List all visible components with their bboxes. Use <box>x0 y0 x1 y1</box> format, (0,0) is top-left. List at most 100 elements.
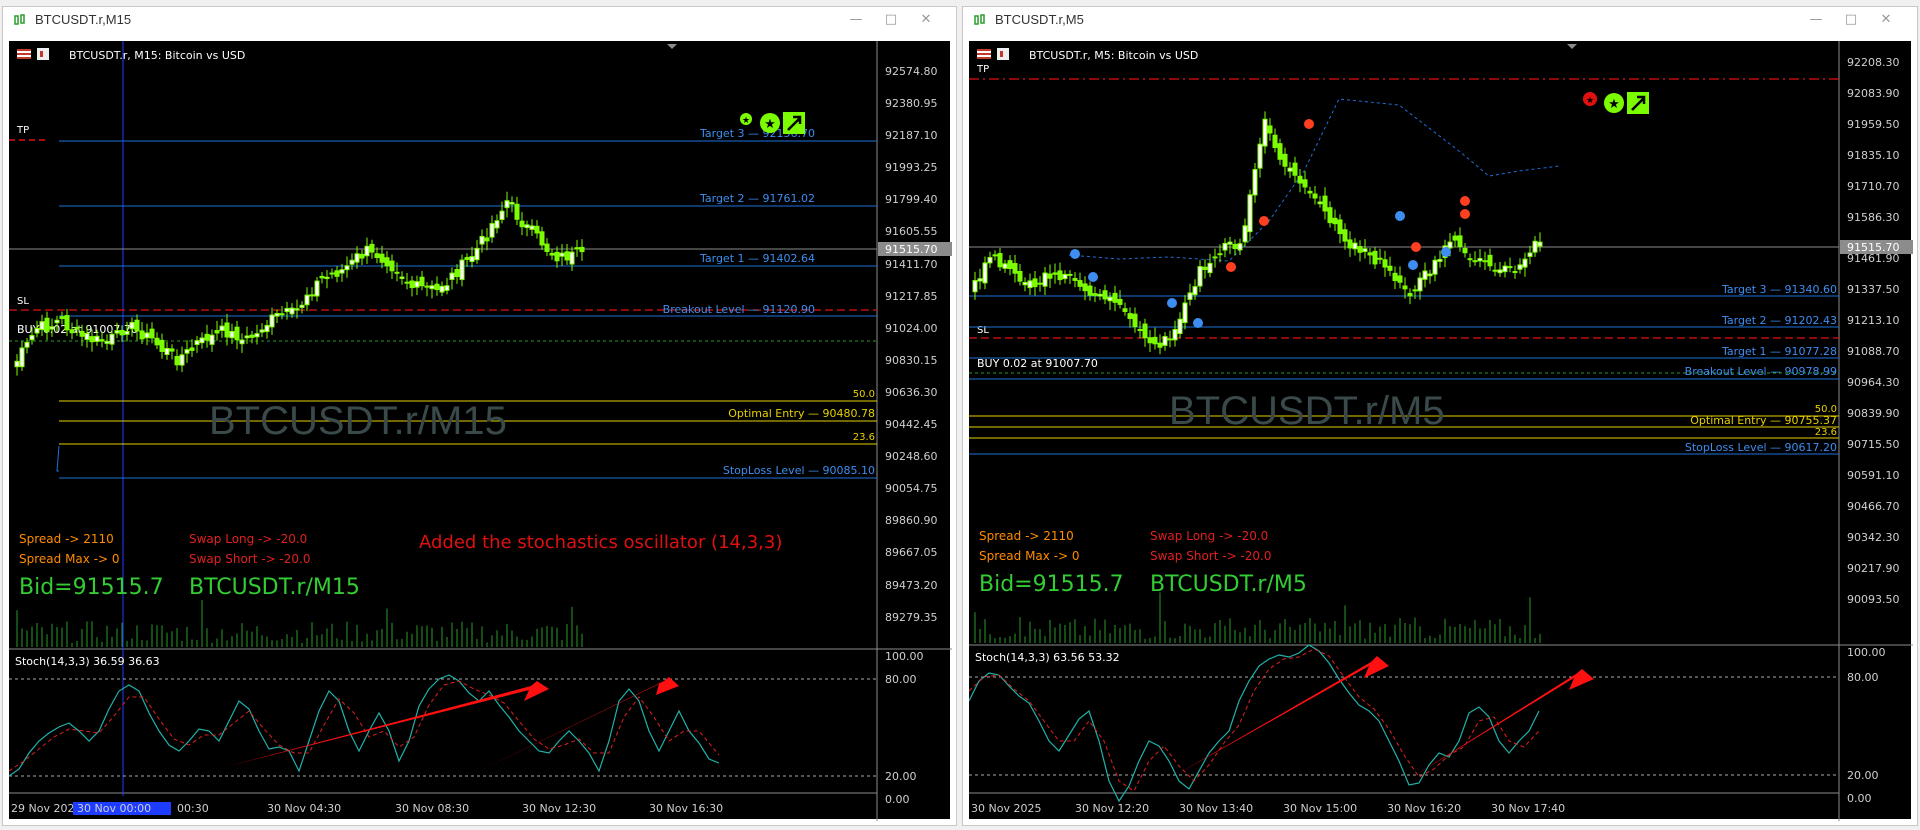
minimize-icon[interactable]: — <box>846 10 866 30</box>
spread-max-info: Spread Max -> 0 <box>979 549 1080 563</box>
candle-body <box>1272 134 1278 148</box>
chart-canvas[interactable]: BTCUSDT.r, M5: Bitcoin vs USD 92208.30 9… <box>969 41 1913 821</box>
chart-window-m15[interactable]: BTCUSDT.r,M15 — □ ✕ BTCUSDT.r, M15: Bitc… <box>2 6 957 826</box>
price-tick: 89860.90 <box>885 514 938 527</box>
price-axis: 92574.80 92380.95 92187.10 91993.25 9179… <box>885 65 938 624</box>
candle-body <box>569 251 575 265</box>
candle-body <box>1017 270 1023 282</box>
stoploss-level-label: StopLoss Level — 90085.10 <box>723 464 875 477</box>
candle-body <box>1307 190 1313 194</box>
swap-long-info: Swap Long -> -20.0 <box>189 532 307 546</box>
buy-marker <box>1088 272 1098 282</box>
close-icon[interactable]: ✕ <box>1876 10 1896 30</box>
candle-body <box>1412 289 1418 292</box>
candle-body <box>1467 258 1473 261</box>
candle-body <box>1357 246 1363 253</box>
candle-body <box>1497 269 1503 274</box>
candle-body <box>254 333 260 338</box>
watermark: BTCUSDT.r/M15 <box>209 399 507 443</box>
candle-body <box>384 257 390 267</box>
target-2-label: Target 2 — 91202.43 <box>1721 314 1837 327</box>
price-tick: 91710.70 <box>1847 180 1900 193</box>
candle-body <box>1452 235 1458 241</box>
spread-info: Spread -> 2110 <box>19 532 114 546</box>
chart-window-m5[interactable]: BTCUSDT.r,M5 — □ ✕ BTCUSDT.r, M5: Bitcoi… <box>962 6 1918 826</box>
candle-body <box>1287 167 1293 172</box>
candle-body <box>1047 273 1053 279</box>
candle-body <box>1432 259 1438 275</box>
price-tick: 89667.05 <box>885 546 938 559</box>
maximize-icon[interactable]: □ <box>881 10 901 30</box>
candle-body <box>194 340 200 346</box>
candle-body <box>1157 342 1163 348</box>
candle-body <box>1112 292 1118 303</box>
buy-marker <box>1395 211 1405 221</box>
price-tick: 91586.30 <box>1847 211 1900 224</box>
candle-body <box>244 335 250 339</box>
window-title: BTCUSDT.r,M5 <box>995 12 1084 27</box>
chart-area[interactable]: BTCUSDT.r, M15: Bitcoin vs USD 92574.80 … <box>9 41 952 821</box>
target-3-label: Target 3 — 91340.60 <box>1721 283 1837 296</box>
time-tick: 30 Nov 15:00 <box>1283 802 1357 815</box>
volume-bars <box>16 600 583 647</box>
price-tick: 91217.85 <box>885 290 938 303</box>
buy-marker <box>1070 249 1080 259</box>
candle-body <box>1162 336 1168 346</box>
window-titlebar[interactable]: BTCUSDT.r,M15 — □ ✕ <box>3 7 956 33</box>
stoch-level: 80.00 <box>1847 671 1879 684</box>
candle-body <box>1117 298 1123 305</box>
candle-body <box>124 330 130 335</box>
candle-body <box>1152 336 1158 345</box>
bid-info: Bid=91515.7 <box>19 575 164 600</box>
candle-body <box>84 332 90 340</box>
candle-body <box>1527 252 1533 257</box>
time-axis: 30 Nov 2025 30 Nov 12:20 30 Nov 13:40 30… <box>971 802 1565 815</box>
swap-short-info: Swap Short -> -20.0 <box>1150 549 1271 563</box>
time-tick: 30 Nov 16:20 <box>1387 802 1461 815</box>
window-titlebar[interactable]: BTCUSDT.r,M5 — □ ✕ <box>963 7 1917 33</box>
candle-body <box>54 319 60 324</box>
candle-body <box>484 237 490 242</box>
candle-body <box>1502 265 1508 273</box>
chart-area[interactable]: BTCUSDT.r, M5: Bitcoin vs USD 92208.30 9… <box>969 41 1913 821</box>
candle-body <box>49 326 55 330</box>
candle-body <box>114 330 120 334</box>
time-tick: 30 Nov 04:30 <box>267 802 341 815</box>
candle-body <box>1187 292 1193 300</box>
time-tick: 30 Nov 2025 <box>971 802 1041 815</box>
candle-body <box>304 294 310 306</box>
candle-body <box>554 251 560 262</box>
candlesticks <box>14 191 585 376</box>
candle-body <box>94 335 100 342</box>
candle-body <box>149 328 155 339</box>
candle-body <box>364 245 370 257</box>
candle-body <box>1492 269 1498 272</box>
minimize-icon[interactable]: — <box>1806 10 1826 30</box>
candle-body <box>499 210 505 221</box>
price-axis: 92208.30 92083.90 91959.50 91835.10 9171… <box>1847 56 1900 606</box>
maximize-icon[interactable]: □ <box>1841 10 1861 30</box>
candle-body <box>1217 253 1223 256</box>
svg-text:★: ★ <box>1608 97 1620 112</box>
candle-body <box>1302 179 1308 188</box>
chart-window-icon <box>974 14 985 25</box>
candle-body <box>1122 308 1128 312</box>
sell-marker <box>1460 196 1470 206</box>
candle-body <box>69 329 75 334</box>
candle-body <box>19 347 25 368</box>
candle-body <box>529 225 535 230</box>
price-tick: 92208.30 <box>1847 56 1900 69</box>
volume-bars <box>974 592 1541 643</box>
fib-23-6-label: 23.6 <box>1815 427 1837 438</box>
close-icon[interactable]: ✕ <box>916 10 936 30</box>
candle-body <box>59 316 65 320</box>
breakout-level-label: Breakout Level — 90978.99 <box>1685 365 1837 378</box>
chart-canvas[interactable]: BTCUSDT.r, M15: Bitcoin vs USD 92574.80 … <box>9 41 952 821</box>
candle-body <box>559 252 565 257</box>
candle-body <box>354 253 360 263</box>
candle-body <box>209 334 215 345</box>
candle-body <box>1087 285 1093 296</box>
fib-23-6-label: 23.6 <box>853 432 875 443</box>
candle-body <box>1372 250 1378 265</box>
candle-body <box>1077 280 1083 287</box>
